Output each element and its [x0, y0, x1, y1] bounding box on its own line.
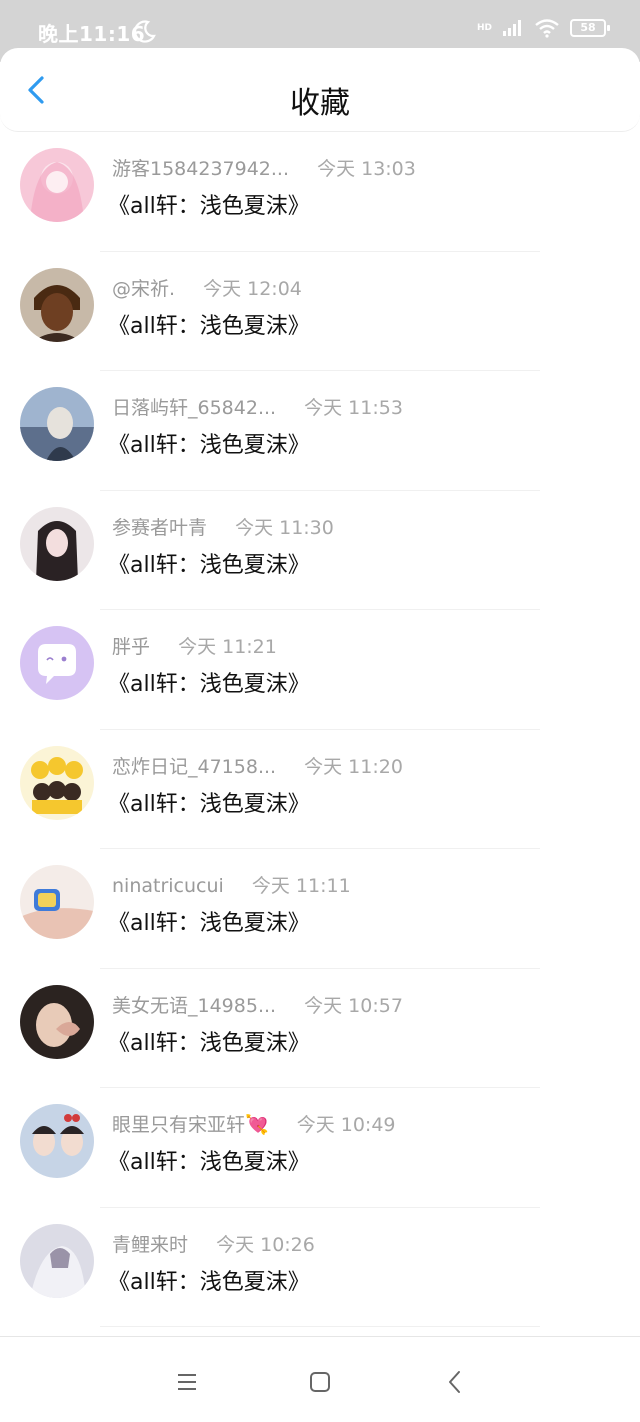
avatar	[20, 865, 94, 939]
back-nav-icon[interactable]	[440, 1367, 470, 1397]
item-title: 《all轩：浅色夏沫》	[108, 911, 310, 936]
item-title: 《all轩：浅色夏沫》	[108, 1030, 310, 1056]
avatar	[20, 1104, 94, 1178]
app-header: 收藏	[0, 48, 640, 132]
item-title: 《all轩：浅色夏沫》	[108, 1269, 310, 1295]
signal-icon	[503, 20, 521, 36]
username: 日落屿轩_65842...	[112, 397, 277, 419]
timestamp: 今天 10:57	[304, 994, 403, 1017]
username: 胖乎	[112, 636, 151, 658]
list-item[interactable]: 青鲤来时 今天 10:26 《all轩：浅色夏沫》	[0, 1208, 640, 1327]
home-icon[interactable]	[305, 1367, 335, 1397]
list-item[interactable]: @宋祈. 今天 12:04 《all轩：浅色夏沫》	[0, 252, 640, 371]
page-title: 收藏	[290, 86, 350, 121]
avatar	[20, 626, 94, 700]
item-title: 《all轩：浅色夏沫》	[108, 433, 310, 458]
avatar	[20, 267, 94, 342]
status-time: 晚上11:16	[38, 22, 146, 46]
timestamp: 今天 11:11	[251, 875, 351, 897]
status-icons: HD 58	[476, 18, 610, 38]
timestamp: 今天 10:26	[216, 1233, 315, 1256]
username: @宋祈.	[112, 277, 176, 300]
system-nav-bar	[0, 1336, 640, 1422]
favorites-list: 游客1584237942... 今天 13:03 《all轩：浅色夏沫》 @宋祈…	[0, 132, 640, 1327]
item-title: 《all轩：浅色夏沫》	[108, 672, 310, 697]
avatar	[20, 1223, 94, 1298]
avatar	[20, 506, 94, 581]
item-title: 《all轩：浅色夏沫》	[108, 313, 310, 339]
wifi-icon	[535, 19, 559, 38]
timestamp: 今天 11:53	[304, 397, 403, 419]
timestamp: 今天 11:30	[235, 516, 334, 539]
username: 参赛者叶青	[112, 516, 208, 539]
avatar	[20, 745, 94, 820]
avatar	[20, 387, 94, 461]
item-title: 《all轩：浅色夏沫》	[108, 791, 310, 817]
username: 恋炸日记_47158...	[112, 755, 277, 778]
list-item[interactable]: 胖乎 今天 11:21 《all轩：浅色夏沫》	[0, 610, 640, 730]
divider	[100, 1326, 540, 1327]
item-title: 《all轩：浅色夏沫》	[108, 194, 310, 219]
username: 美女无语_14985...	[112, 994, 277, 1017]
list-item[interactable]: ninatricucui 今天 11:11 《all轩：浅色夏沫》	[0, 849, 640, 969]
list-item[interactable]: 眼里只有宋亚轩💘 今天 10:49 《all轩：浅色夏沫》	[0, 1088, 640, 1208]
avatar	[20, 984, 94, 1059]
timestamp: 今天 11:20	[304, 755, 403, 778]
item-title: 《all轩：浅色夏沫》	[108, 552, 310, 578]
timestamp: 今天 11:21	[178, 636, 277, 658]
list-item[interactable]: 参赛者叶青 今天 11:30 《all轩：浅色夏沫》	[0, 491, 640, 610]
timestamp: 今天 13:03	[317, 158, 416, 180]
item-title: 《all轩：浅色夏沫》	[108, 1150, 310, 1175]
username: ninatricucui	[112, 875, 224, 897]
username: 游客1584237942...	[112, 158, 290, 180]
avatar	[20, 148, 94, 222]
battery-icon: 58	[570, 19, 610, 37]
list-item[interactable]: 游客1584237942... 今天 13:03 《all轩：浅色夏沫》	[0, 132, 640, 252]
timestamp: 今天 12:04	[203, 277, 302, 300]
list-item[interactable]: 美女无语_14985... 今天 10:57 《all轩：浅色夏沫》	[0, 969, 640, 1088]
list-item[interactable]: 日落屿轩_65842... 今天 11:53 《all轩：浅色夏沫》	[0, 371, 640, 491]
timestamp: 今天 10:49	[296, 1114, 396, 1136]
list-item[interactable]: 恋炸日记_47158... 今天 11:20 《all轩：浅色夏沫》	[0, 730, 640, 849]
menu-icon[interactable]	[172, 1367, 202, 1397]
hd-label: HD	[476, 23, 492, 33]
moon-icon	[133, 20, 156, 43]
username: 青鲤来时	[112, 1233, 189, 1256]
username: 眼里只有宋亚轩💘	[112, 1114, 269, 1136]
